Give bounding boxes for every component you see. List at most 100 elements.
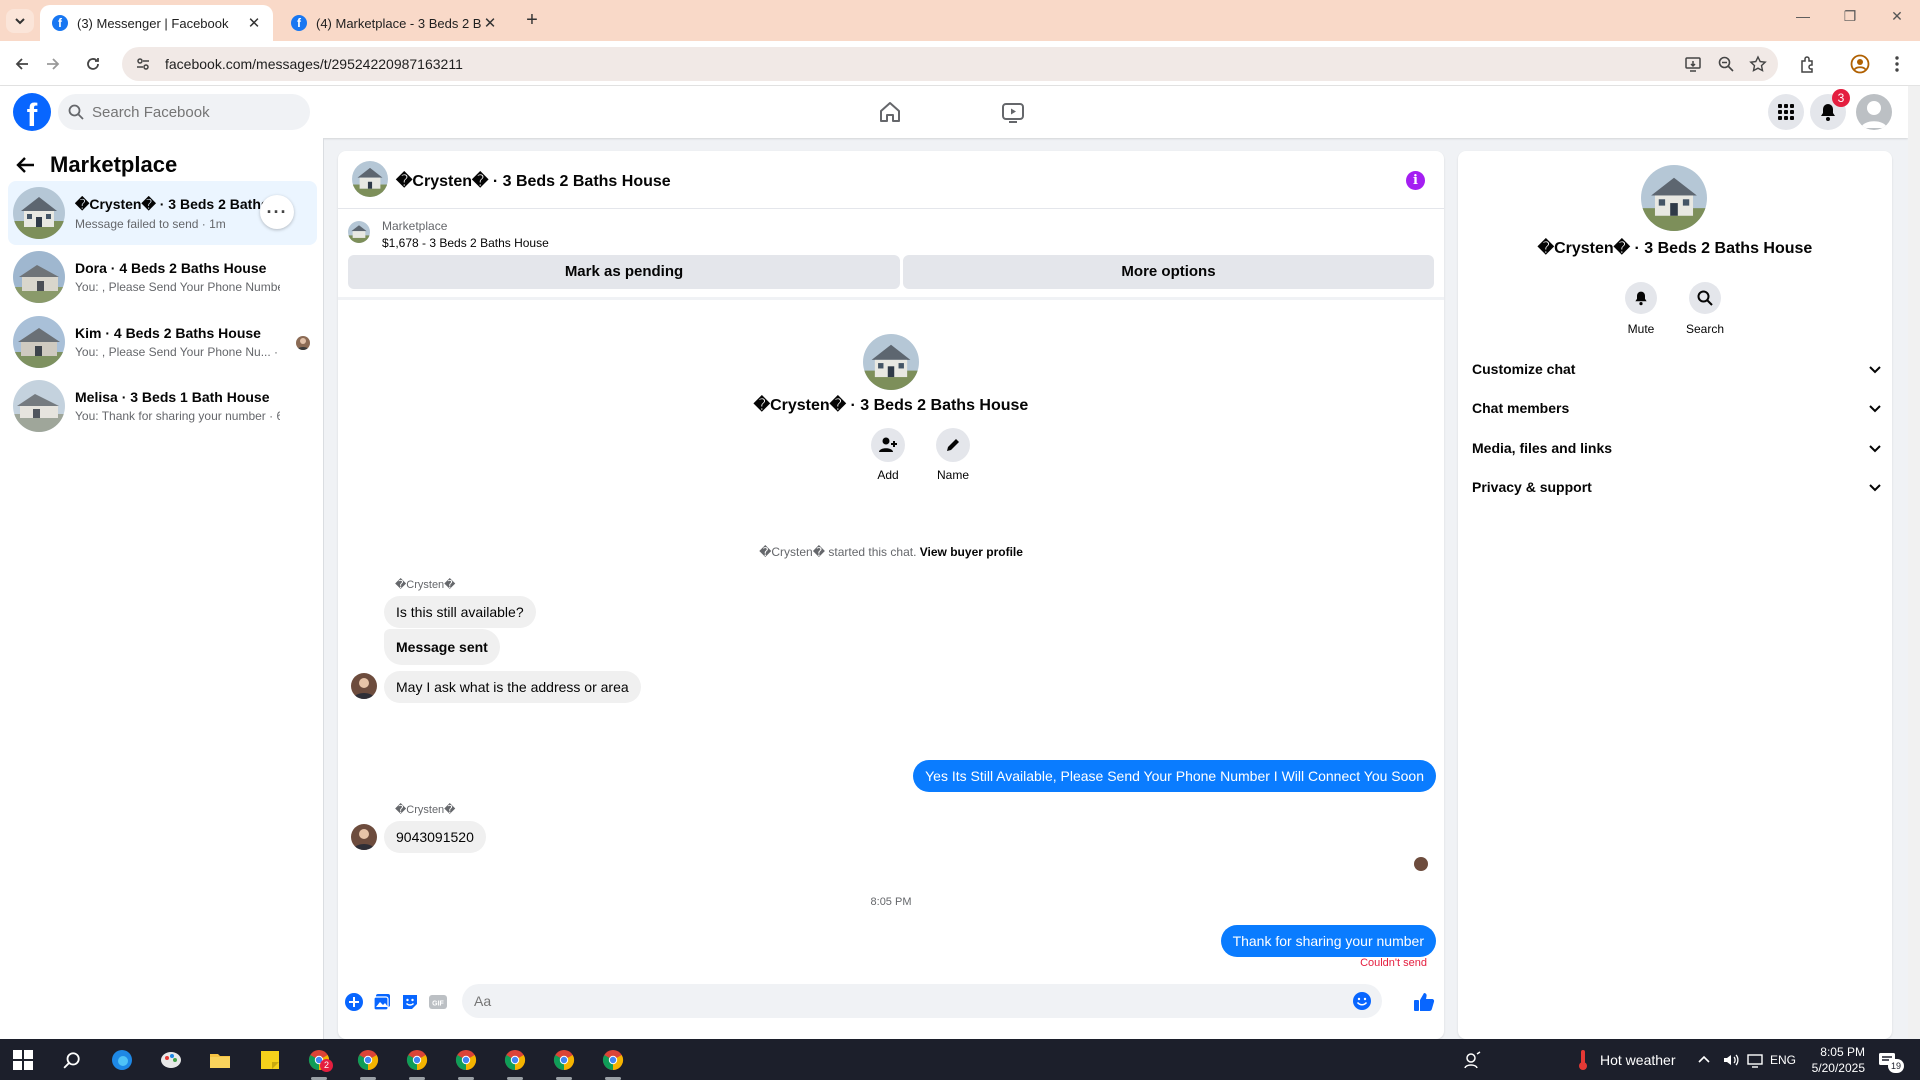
add-label: Add: [877, 468, 899, 482]
add-people-button[interactable]: Add: [858, 428, 918, 482]
facebook-header: f 3: [0, 86, 1908, 138]
taskbar-clock[interactable]: 8:05 PM 5/20/2025: [1793, 1044, 1865, 1076]
sticker-button[interactable]: [400, 992, 420, 1012]
profile-icon[interactable]: [1848, 52, 1872, 76]
conversation-options-button[interactable]: ···: [260, 195, 294, 229]
close-tab-icon[interactable]: ✕: [481, 14, 499, 32]
conversation-item-dora[interactable]: Dora · 4 Beds 2 Baths House You: , Pleas…: [8, 245, 317, 309]
facebook-search[interactable]: [58, 94, 310, 130]
zoom-icon[interactable]: [1715, 53, 1737, 75]
message-input[interactable]: [474, 993, 1274, 1009]
chrome-taskbar-icon[interactable]: [353, 1045, 383, 1080]
volume-icon[interactable]: [1722, 1039, 1740, 1080]
forward-button[interactable]: [40, 51, 66, 77]
start-button[interactable]: [8, 1045, 38, 1075]
weather-widget[interactable]: Hot weather: [1576, 1039, 1675, 1080]
site-settings-icon[interactable]: [132, 56, 154, 72]
paint-app-icon[interactable]: [156, 1045, 186, 1075]
send-failed-status[interactable]: Couldn't send: [1360, 957, 1427, 969]
search-icon: [68, 104, 84, 120]
sticker-icon: [403, 995, 417, 1009]
pencil-icon: [947, 439, 959, 451]
copilot-icon[interactable]: [1457, 1045, 1487, 1075]
extensions-icon[interactable]: [1796, 52, 1820, 76]
facebook-logo-icon[interactable]: f: [13, 93, 51, 131]
message-timestamp: 8:05 PM: [870, 896, 912, 908]
gif-button[interactable]: GIF: [428, 992, 448, 1012]
message-bubble-incoming[interactable]: Is this still available?: [384, 596, 536, 628]
house-thumbnail: [1641, 165, 1707, 231]
close-tab-icon[interactable]: ✕: [245, 14, 263, 32]
network-icon[interactable]: [1746, 1039, 1764, 1080]
svg-text:GIF: GIF: [432, 1001, 444, 1008]
section-customize-chat[interactable]: Customize chat: [1472, 353, 1882, 385]
conversation-item-kim[interactable]: Kim · 4 Beds 2 Baths House You: , Please…: [8, 310, 317, 374]
attach-photo-button[interactable]: [372, 992, 392, 1012]
chrome-taskbar-icon[interactable]: [402, 1045, 432, 1080]
show-hidden-icons-button[interactable]: [1697, 1039, 1711, 1080]
notification-center-button[interactable]: 19: [1878, 1039, 1904, 1080]
chrome-taskbar-icon[interactable]: 2: [304, 1045, 334, 1080]
minimize-button[interactable]: —: [1783, 8, 1823, 32]
close-window-button[interactable]: ✕: [1877, 8, 1917, 32]
reload-button[interactable]: [80, 51, 106, 77]
back-arrow-icon[interactable]: [16, 155, 36, 175]
info-icon[interactable]: i: [1406, 171, 1425, 190]
section-media-files-links[interactable]: Media, files and links: [1472, 432, 1882, 464]
bookmark-star-icon[interactable]: [1747, 53, 1769, 75]
back-button[interactable]: [9, 51, 35, 77]
message-bubble-incoming[interactable]: 9043091520: [384, 821, 486, 853]
message-bubble-incoming[interactable]: Message sent: [384, 629, 500, 665]
chrome-taskbar-icon[interactable]: [451, 1045, 481, 1080]
browser-tab-messenger[interactable]: f (3) Messenger | Facebook ✕: [40, 5, 273, 41]
bell-icon: [1635, 291, 1647, 306]
section-chat-members[interactable]: Chat members: [1472, 392, 1882, 424]
menu-button[interactable]: [1768, 94, 1804, 130]
chrome-taskbar-icon[interactable]: [598, 1045, 628, 1080]
taskbar-search-button[interactable]: [57, 1045, 87, 1075]
tab-search-button[interactable]: [6, 9, 34, 33]
conversation-name: Kim · 4 Beds 2 Baths House: [75, 325, 261, 341]
search-icon: [63, 1052, 80, 1069]
restore-button[interactable]: ❐: [1830, 8, 1870, 32]
chrome-taskbar-icon[interactable]: [500, 1045, 530, 1080]
panel-title: Marketplace: [50, 152, 178, 177]
conversation-item-crysten[interactable]: �Crysten� · 3 Beds 2 Baths House Message…: [8, 181, 317, 245]
address-bar[interactable]: facebook.com/messages/t/2952422098716321…: [122, 47, 1778, 81]
chevron-down-icon: [1869, 484, 1881, 492]
mark-as-pending-button[interactable]: Mark as pending: [348, 255, 900, 289]
home-nav-button[interactable]: [876, 98, 904, 126]
page-scrollbar[interactable]: [1908, 86, 1920, 1039]
chrome-menu-icon[interactable]: [1885, 52, 1909, 76]
edge-browser-icon[interactable]: [107, 1045, 137, 1075]
search-input[interactable]: [92, 103, 292, 121]
account-avatar[interactable]: [1856, 94, 1892, 130]
video-nav-button[interactable]: [999, 98, 1027, 126]
search-in-chat-button[interactable]: Search: [1675, 282, 1735, 336]
chrome-taskbar-icon[interactable]: [549, 1045, 579, 1080]
emoji-icon[interactable]: [1352, 991, 1372, 1011]
message-bubble-incoming[interactable]: May I ask what is the address or area: [384, 671, 641, 703]
view-buyer-profile-link[interactable]: View buyer profile: [920, 545, 1023, 559]
more-options-button[interactable]: More options: [903, 255, 1434, 289]
mute-button[interactable]: Mute: [1611, 282, 1671, 336]
send-like-button[interactable]: [1412, 990, 1436, 1014]
chat-title[interactable]: �Crysten� · 3 Beds 2 Baths House: [396, 171, 671, 191]
sticky-notes-icon[interactable]: [255, 1045, 285, 1075]
file-explorer-icon[interactable]: [205, 1045, 235, 1075]
browser-tab-marketplace[interactable]: f (4) Marketplace - 3 Beds 2 Bath ✕: [279, 5, 509, 41]
message-bubble-outgoing[interactable]: Yes Its Still Available, Please Send You…: [913, 760, 1436, 792]
message-input-box[interactable]: [462, 984, 1382, 1018]
add-person-icon: [879, 437, 897, 452]
sender-avatar[interactable]: [351, 673, 377, 699]
install-app-icon[interactable]: [1682, 53, 1704, 75]
listing-thumbnail: [348, 221, 370, 243]
section-privacy-support[interactable]: Privacy & support: [1472, 471, 1882, 503]
message-bubble-outgoing[interactable]: Thank for sharing your number: [1220, 925, 1436, 957]
sender-avatar[interactable]: [351, 824, 377, 850]
house-thumbnail[interactable]: [352, 161, 388, 197]
new-tab-button[interactable]: +: [520, 9, 544, 33]
conversation-item-melisa[interactable]: Melisa · 3 Beds 1 Bath House You: Thank …: [8, 374, 317, 438]
more-actions-button[interactable]: [344, 992, 364, 1012]
name-chat-button[interactable]: Name: [923, 428, 983, 482]
